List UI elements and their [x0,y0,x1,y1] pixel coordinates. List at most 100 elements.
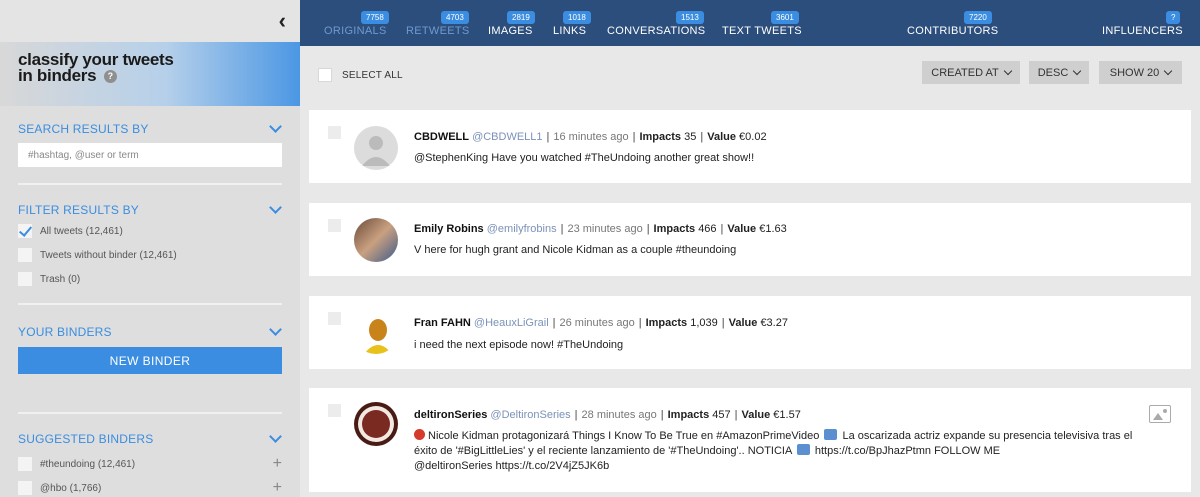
chevron-down-icon [1164,66,1173,76]
tweet-author-handle[interactable]: @emilyfrobins [487,223,557,235]
search-section-chevron-icon[interactable] [269,120,282,133]
avatar[interactable] [354,310,398,354]
tweet-author-name[interactable]: deltironSeries [414,409,487,421]
checkbox[interactable] [18,248,32,262]
tweet-meta: Emily Robins @emilyfrobins | 23 minutes ag… [414,223,787,235]
impacts-label: Impacts [645,317,688,329]
tab-retweets[interactable]: RETWEETS [406,25,470,37]
filter-all-tweets[interactable]: All tweets (12,461) [18,224,123,238]
tweet-author-handle[interactable]: @HeauxLiGrail [474,317,549,329]
filter-label: Tweets without binder (12,461) [40,249,177,261]
sort-by-label: CREATED AT [931,66,999,79]
avatar[interactable] [354,218,398,262]
tab-influencers[interactable]: INFLUENCERS [1102,25,1183,37]
tweet-author-handle[interactable]: @DeltironSeries [490,409,570,421]
nav-count-badge: 4703 [441,11,469,24]
image-icon[interactable] [1149,405,1171,423]
nav-count-badge: 7758 [361,11,389,24]
hero-title-line2: in binders [18,66,97,85]
nav-count-badge: 1018 [563,11,591,24]
divider [18,183,282,185]
suggested-binder-item[interactable]: @hbo (1,766) [18,481,101,495]
order-dropdown[interactable]: DESC [1029,61,1089,84]
tweet-author-name[interactable]: Fran FAHN [414,317,471,329]
collapse-sidebar-icon[interactable]: ‹ [279,10,286,32]
top-nav: 7758 ORIGINALS 4703 RETWEETS 2819 IMAGES… [300,0,1200,46]
impacts-value: 1,039 [690,317,718,329]
sidebar-top-bar: ‹ [0,0,300,42]
impacts-value: 35 [684,131,697,143]
tab-contributors[interactable]: CONTRIBUTORS [907,25,998,37]
tweet-checkbox[interactable] [328,404,341,417]
tweet-card[interactable]: deltironSeries @DeltironSeries | 28 minute… [309,388,1191,492]
avatar[interactable] [354,126,398,170]
nav-count-badge: 3601 [771,11,799,24]
add-binder-plus-icon[interactable]: + [273,456,282,472]
add-binder-plus-icon[interactable]: + [273,480,282,496]
tweet-author-name[interactable]: Emily Robins [414,223,484,235]
filter-section-chevron-icon[interactable] [269,201,282,214]
tweet-checkbox[interactable] [328,312,341,325]
divider [18,303,282,305]
divider [18,412,282,414]
tweet-meta: CBDWELL @CBDWELL1 | 16 minutes ago | Impacts… [414,131,767,143]
filter-section-title[interactable]: FILTER RESULTS BY [18,203,139,217]
select-all-checkbox[interactable] [318,68,332,82]
nav-count-badge: 1513 [676,11,704,24]
tweet-time: 28 minutes ago [581,409,657,421]
impacts-label: Impacts [653,223,696,235]
tab-conversations[interactable]: CONVERSATIONS [607,25,705,37]
tab-links[interactable]: LINKS [553,25,586,37]
checkbox-checked[interactable] [18,224,32,238]
tweet-card[interactable]: CBDWELL @CBDWELL1 | 16 minutes ago | Impacts… [309,110,1191,183]
tweet-card[interactable]: Fran FAHN @HeauxLiGrail | 26 minutes ago | I… [309,296,1191,369]
chevron-down-icon [1003,66,1012,76]
suggested-binder-item[interactable]: #theundoing (12,461) [18,457,135,471]
checkbox[interactable] [18,481,32,495]
tweet-meta: deltironSeries @DeltironSeries | 28 minute… [414,409,801,421]
value-label: Value [728,317,758,329]
search-input[interactable] [18,143,282,167]
red-circle-icon [414,429,425,440]
avatar[interactable] [354,402,398,446]
tab-originals[interactable]: ORIGINALS [324,25,387,37]
tweet-card[interactable]: Emily Robins @emilyfrobins | 23 minutes ag… [309,203,1191,276]
select-all-label[interactable]: SELECT ALL [342,70,403,81]
suggested-section-title[interactable]: SUGGESTED BINDERS [18,432,153,446]
suggested-binder-label: @hbo (1,766) [40,482,102,494]
suggested-section-chevron-icon[interactable] [269,430,282,443]
checkbox[interactable] [18,457,32,471]
tweet-author-handle[interactable]: @CBDWELL1 [472,131,542,143]
new-binder-button[interactable]: NEW BINDER [18,347,282,374]
tweet-text-part: Nicole Kidman protagonizará Things I Kno… [428,430,820,442]
hero-title: classify your tweets in binders ? [18,51,174,85]
value-label: Value [707,131,736,143]
tweet-text: @StephenKing Have you watched #TheUndoin… [414,152,755,164]
filter-trash[interactable]: Trash (0) [18,272,80,286]
sidebar: ‹ classify your tweets in binders ? SEAR… [0,0,300,497]
order-label: DESC [1037,66,1069,79]
sort-by-dropdown[interactable]: CREATED AT [922,61,1020,84]
help-icon[interactable]: ? [103,70,117,84]
binders-section-title[interactable]: YOUR BINDERS [18,325,112,339]
show-count-dropdown[interactable]: SHOW 20 [1099,61,1182,84]
search-section-title[interactable]: SEARCH RESULTS BY [18,122,149,136]
impacts-label: Impacts [667,409,710,421]
filter-without-binder[interactable]: Tweets without binder (12,461) [18,248,177,262]
value-amount: €3.27 [760,317,788,329]
chevron-down-icon [1073,66,1082,76]
tweet-checkbox[interactable] [328,219,341,232]
arrow-right-icon [796,444,810,455]
avatar-image [364,319,392,354]
value-label: Value [727,223,757,235]
tab-text-tweets[interactable]: TEXT TWEETS [722,25,802,37]
tweet-time: 26 minutes ago [559,317,635,329]
emoji-icon [824,429,838,440]
binders-section-chevron-icon[interactable] [269,323,282,336]
tweet-meta: Fran FAHN @HeauxLiGrail | 26 minutes ago | I… [414,317,788,329]
tweet-checkbox[interactable] [328,126,341,139]
suggested-binder-label: #theundoing (12,461) [40,458,136,470]
tab-images[interactable]: IMAGES [488,25,533,37]
tweet-author-name[interactable]: CBDWELL [414,131,469,143]
checkbox[interactable] [18,272,32,286]
